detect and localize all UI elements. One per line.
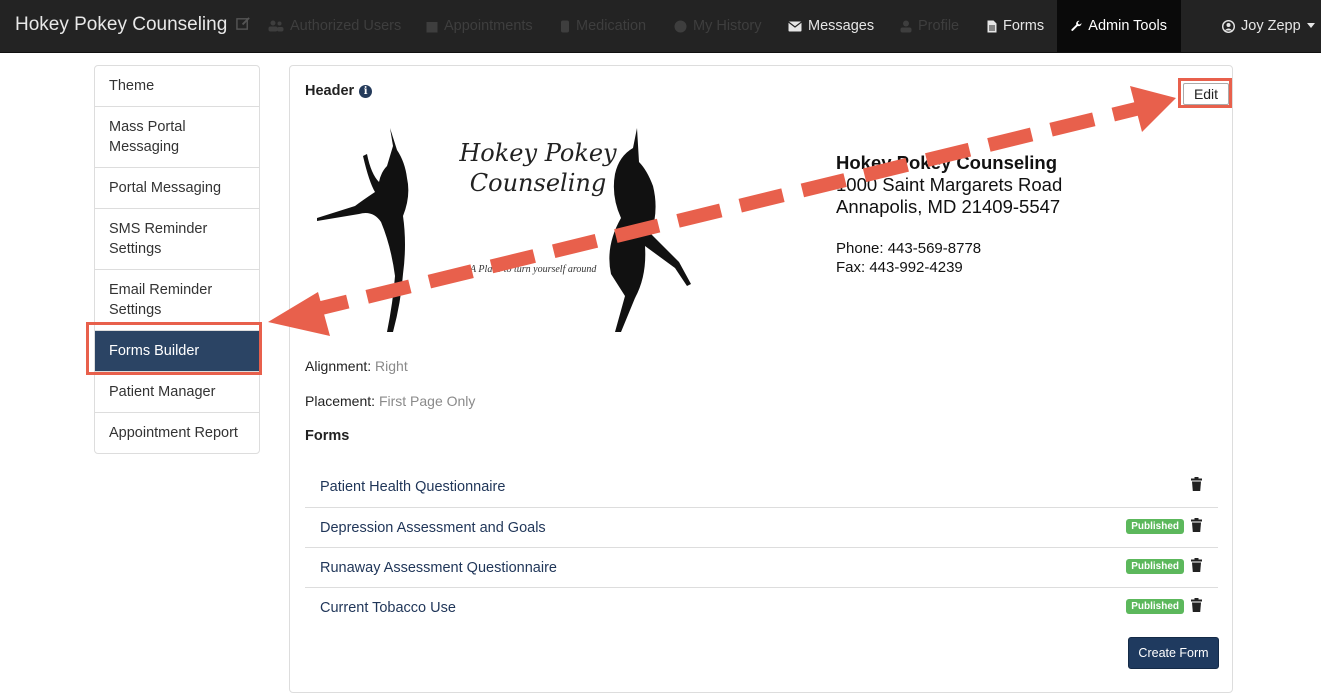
- brand-title[interactable]: Hokey Pokey Counseling: [15, 14, 227, 36]
- nav-label: My History: [693, 18, 762, 34]
- sidebar-item-theme[interactable]: Theme: [95, 66, 259, 106]
- header-logo-image: Hokey Pokey Counseling A Place to turn y…: [315, 126, 715, 336]
- table-row: Patient Health Questionnaire: [305, 467, 1218, 507]
- nav-forms[interactable]: Forms: [987, 0, 1044, 52]
- history-icon: [674, 20, 687, 32]
- info-icon[interactable]: i: [359, 84, 373, 98]
- user-circle-icon: [1222, 19, 1235, 33]
- envelope-icon: [788, 21, 802, 31]
- sidebar-item-appointment-report[interactable]: Appointment Report: [95, 412, 259, 453]
- medication-icon: [561, 20, 569, 32]
- sidebar-item-patient-manager[interactable]: Patient Manager: [95, 371, 259, 412]
- nav-medication[interactable]: Medication: [560, 0, 646, 52]
- trash-icon[interactable]: [1191, 558, 1202, 572]
- sidebar-item-email-reminder-settings[interactable]: Email Reminder Settings: [95, 269, 259, 330]
- address-org: Hokey Pokey Counseling: [836, 152, 1058, 173]
- create-form-button[interactable]: Create Form: [1128, 637, 1219, 669]
- header-section-title: Header i: [305, 83, 373, 99]
- trash-icon[interactable]: [1191, 518, 1202, 532]
- alignment-field: Alignment: Right: [305, 358, 408, 374]
- published-badge: Published: [1126, 519, 1184, 534]
- address-street: 1000 Saint Margarets Road: [836, 174, 1063, 195]
- users-icon: [268, 20, 284, 32]
- nav-my-history[interactable]: My History: [674, 0, 761, 52]
- forms-builder-highlight: [86, 322, 262, 375]
- forms-list: Patient Health Questionnaire Depression …: [305, 467, 1218, 627]
- nav-label: Medication: [576, 18, 647, 34]
- published-badge: Published: [1126, 559, 1184, 574]
- nav-messages[interactable]: Messages: [788, 0, 874, 52]
- nav-label: Appointments: [444, 18, 533, 34]
- edit-highlight: Edit: [1178, 78, 1232, 108]
- contact-phone: Phone: 443-569-8778: [836, 240, 982, 257]
- form-link[interactable]: Patient Health Questionnaire: [320, 479, 505, 495]
- admin-sidebar: Theme Mass Portal Messaging Portal Messa…: [94, 65, 260, 454]
- nav-admin-tools[interactable]: Admin Tools: [1057, 0, 1181, 52]
- nav-label: Forms: [1003, 18, 1045, 34]
- form-link[interactable]: Runaway Assessment Questionnaire: [320, 560, 557, 576]
- table-row: Current Tobacco Use Published: [305, 587, 1218, 627]
- nav-label: Admin Tools: [1088, 18, 1167, 34]
- edit-button[interactable]: Edit: [1183, 83, 1229, 105]
- nav-label: Messages: [808, 18, 875, 34]
- nav-authorized-users[interactable]: Authorized Users: [268, 0, 401, 52]
- alignment-value: Right: [375, 358, 408, 374]
- calendar-icon: [426, 21, 438, 32]
- nav-label: Profile: [918, 18, 960, 34]
- table-row: Depression Assessment and Goals Publishe…: [305, 507, 1218, 547]
- user-icon: [900, 20, 912, 32]
- header-address-block: Hokey Pokey Counseling 1000 Saint Margar…: [836, 152, 1062, 218]
- form-link[interactable]: Current Tobacco Use: [320, 600, 456, 616]
- sidebar-item-sms-reminder-settings[interactable]: SMS Reminder Settings: [95, 208, 259, 269]
- dancer-right-icon: [609, 128, 691, 332]
- nav-label: Authorized Users: [290, 18, 402, 34]
- user-name: Joy Zepp: [1241, 18, 1301, 34]
- contact-fax: Fax: 443-992-4239: [836, 259, 963, 276]
- placement-value: First Page Only: [378, 393, 476, 409]
- top-navbar: Hokey Pokey Counseling Authorized Users …: [0, 0, 1321, 53]
- dancer-left-icon: [317, 128, 409, 332]
- address-city: Annapolis, MD 21409-5547: [836, 196, 1061, 217]
- main-panel: Header i Edit Hokey Pokey Counseling A P…: [289, 65, 1233, 693]
- published-badge: Published: [1126, 599, 1184, 614]
- wrench-icon: [1071, 20, 1082, 31]
- nav-profile[interactable]: Profile: [900, 0, 959, 52]
- header-contact-block: Phone: 443-569-8778 Fax: 443-992-4239: [836, 239, 981, 277]
- user-menu[interactable]: Joy Zepp: [1222, 0, 1315, 52]
- header-title-text: Header: [305, 83, 355, 99]
- caret-down-icon: [1306, 23, 1315, 28]
- trash-icon[interactable]: [1191, 598, 1202, 612]
- sidebar-item-mass-portal-messaging[interactable]: Mass Portal Messaging: [95, 106, 259, 167]
- placement-field: Placement: First Page Only: [305, 393, 475, 409]
- trash-icon[interactable]: [1191, 477, 1202, 491]
- edit-icon[interactable]: [236, 16, 251, 34]
- file-icon: [987, 20, 997, 32]
- sidebar-item-portal-messaging[interactable]: Portal Messaging: [95, 167, 259, 208]
- form-link[interactable]: Depression Assessment and Goals: [320, 520, 546, 536]
- placement-label: Placement:: [305, 393, 376, 409]
- table-row: Runaway Assessment Questionnaire Publish…: [305, 547, 1218, 587]
- nav-appointments[interactable]: Appointments: [426, 0, 533, 52]
- alignment-label: Alignment:: [305, 358, 372, 374]
- forms-section-title: Forms: [305, 428, 350, 444]
